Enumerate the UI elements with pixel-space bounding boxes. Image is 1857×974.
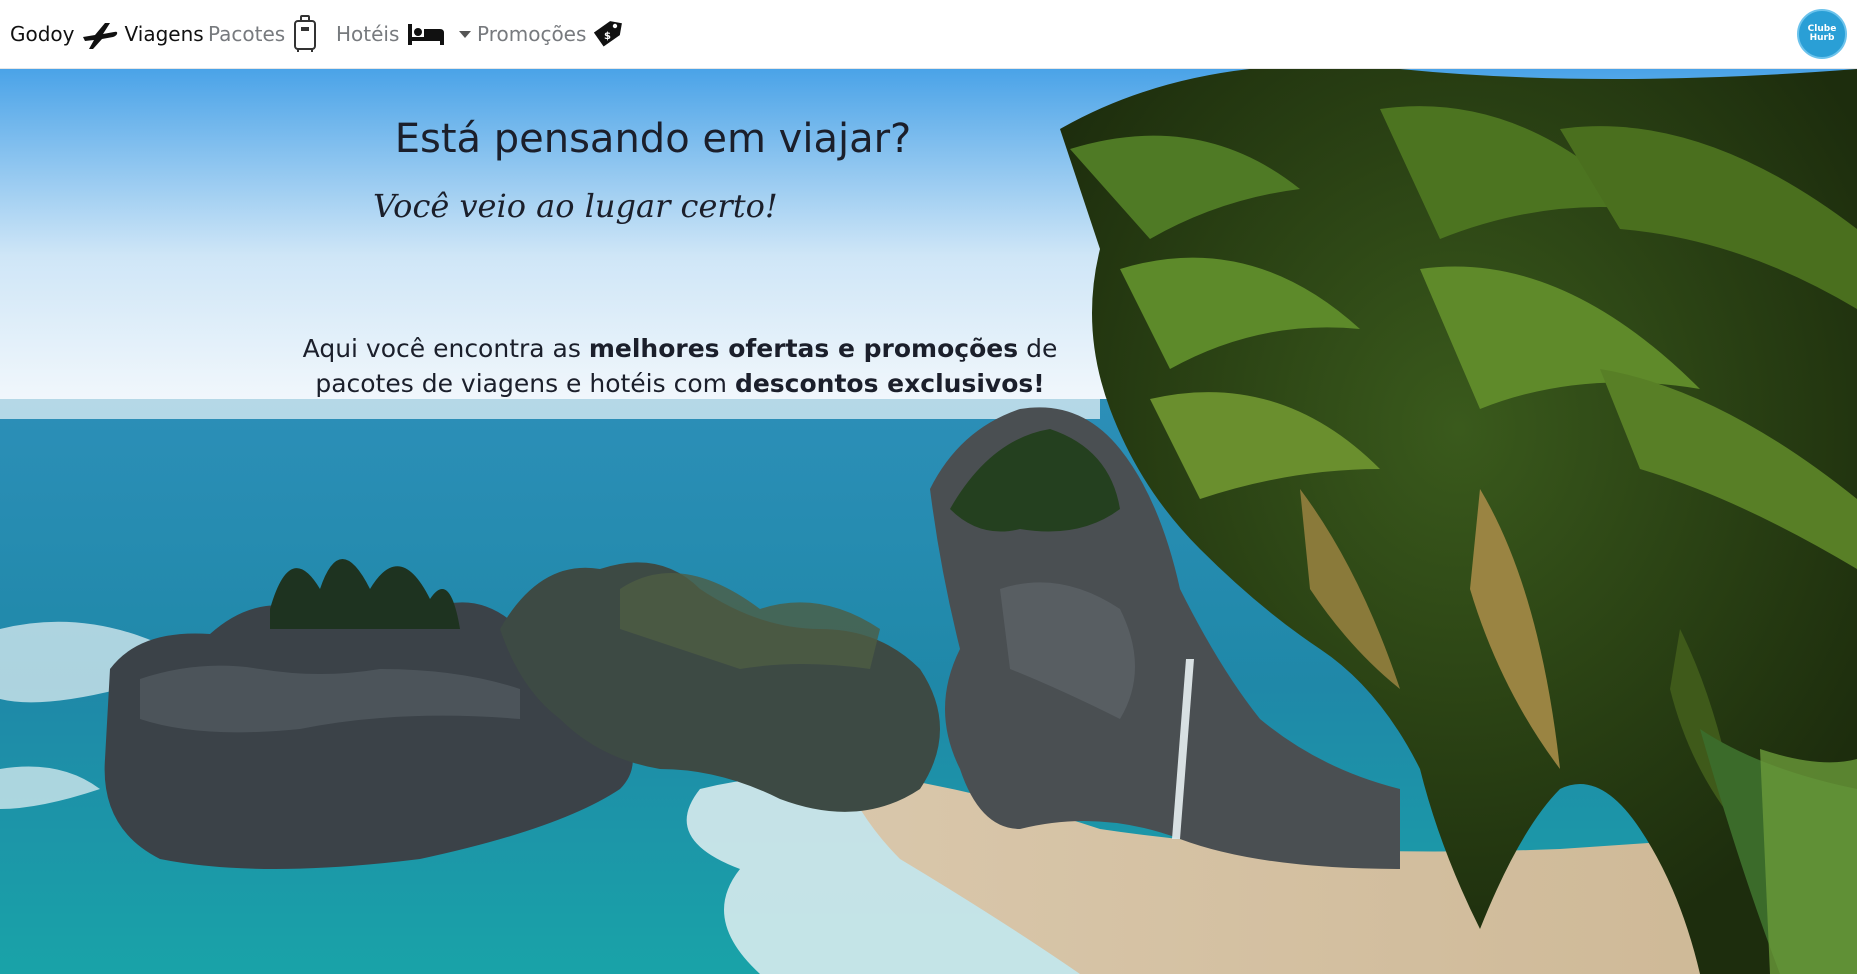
brand-link[interactable]: Godoy Viagens — [10, 14, 204, 54]
hero-background-image — [0, 69, 1857, 974]
nav-hoteis-dropdown[interactable]: Hotéis — [336, 14, 472, 54]
brand-name-left: Godoy — [10, 22, 75, 46]
brand-name-right: Viagens — [124, 22, 204, 46]
hero-subtitle: Você veio ao lugar certo! — [373, 187, 778, 225]
chevron-down-icon — [459, 30, 472, 38]
hero-text-bold1: melhores ofertas e promoções — [588, 334, 1019, 363]
nav-pacotes-label: Pacotes — [208, 22, 286, 46]
nav-hoteis-label: Hotéis — [336, 22, 400, 46]
user-avatar[interactable]: Clube Hurb — [1797, 9, 1847, 59]
nav-promocoes-label: Promoções — [477, 22, 587, 46]
avatar-line2: Hurb — [1809, 33, 1835, 43]
hero-description: Aqui você encontra as melhores ofertas e… — [300, 331, 1060, 401]
nav-promocoes[interactable]: Promoções $ — [477, 14, 623, 54]
bed-icon — [408, 24, 445, 45]
svg-text:$: $ — [604, 31, 611, 42]
top-navbar: Godoy Viagens Pacotes Hotéis Promoções $… — [0, 0, 1857, 69]
airplane-icon — [82, 23, 117, 49]
price-tag-icon: $ — [594, 21, 623, 47]
hero-text-part1: Aqui você encontra as — [302, 334, 589, 363]
suitcase-icon — [294, 15, 317, 52]
hero-text-bold2: descontos exclusivos! — [734, 369, 1045, 398]
nav-pacotes[interactable]: Pacotes — [208, 14, 317, 54]
hero-title: Está pensando em viajar? — [394, 116, 912, 162]
hero-banner: Está pensando em viajar? Você veio ao lu… — [0, 69, 1857, 974]
